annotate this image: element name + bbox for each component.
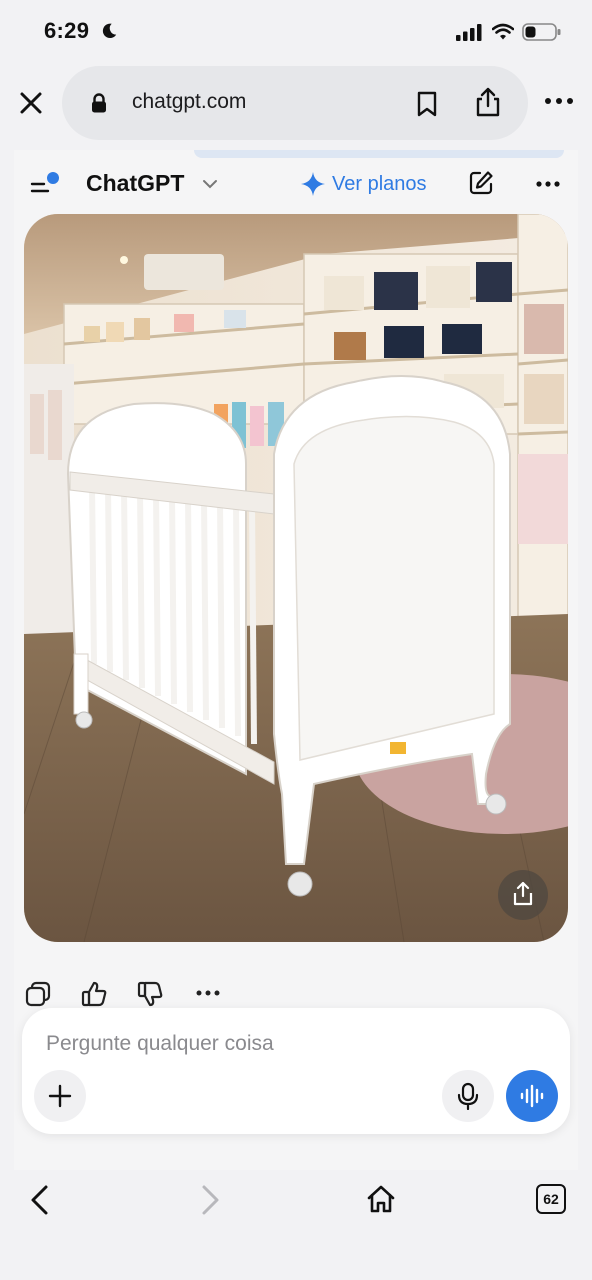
mic-icon (457, 1082, 479, 1110)
voice-waveform-icon (520, 1084, 544, 1108)
plans-button[interactable]: Ver planos (300, 168, 427, 200)
tabs-button[interactable]: 62 (536, 1184, 566, 1214)
web-page: ChatGPT Ver planos Pergunte qualquer coi… (14, 150, 578, 1170)
thumbs-up-icon[interactable] (80, 980, 108, 1008)
browser-toolbar: 62 (0, 1170, 592, 1280)
plus-icon (48, 1084, 72, 1108)
image-share-button[interactable] (498, 870, 548, 920)
chat-header: ChatGPT Ver planos (14, 160, 578, 208)
page-top-strip (194, 150, 564, 158)
forward-icon[interactable] (198, 1184, 222, 1216)
crib-photo (24, 214, 568, 942)
address-bar[interactable]: chatgpt.com (62, 66, 528, 140)
moon-icon (102, 23, 117, 39)
message-actions (24, 978, 324, 1012)
signal-icon (456, 24, 482, 41)
share-icon (513, 881, 533, 906)
composer-placeholder[interactable]: Pergunte qualquer coisa (46, 1032, 274, 1056)
thumbs-down-icon[interactable] (136, 980, 164, 1008)
menu-icon[interactable] (30, 172, 60, 196)
message-composer[interactable]: Pergunte qualquer coisa (22, 1008, 570, 1134)
generated-image[interactable] (24, 214, 568, 942)
status-bar: 6:29 (0, 0, 592, 62)
sparkle-icon (301, 172, 325, 196)
plans-label: Ver planos (332, 172, 427, 195)
more-icon[interactable] (544, 96, 574, 106)
more-icon[interactable] (196, 988, 220, 998)
more-icon[interactable] (536, 180, 560, 188)
share-icon[interactable] (474, 86, 502, 118)
chevron-down-icon[interactable] (202, 178, 218, 190)
back-icon[interactable] (28, 1184, 52, 1216)
lock-icon (92, 93, 106, 113)
home-icon[interactable] (366, 1184, 396, 1214)
voice-mode-button[interactable] (506, 1070, 558, 1122)
app-title[interactable]: ChatGPT (86, 170, 184, 197)
dictate-button[interactable] (442, 1070, 494, 1122)
status-time: 6:29 (44, 18, 90, 43)
browser-url-row: chatgpt.com (0, 62, 592, 144)
new-chat-icon[interactable] (468, 170, 494, 196)
tabs-count: 62 (543, 1191, 559, 1207)
copy-icon[interactable] (24, 980, 52, 1008)
add-attachment-button[interactable] (34, 1070, 86, 1122)
close-icon[interactable] (16, 88, 46, 118)
url-text: chatgpt.com (132, 90, 247, 113)
wifi-icon (492, 23, 514, 40)
battery-icon (522, 23, 561, 41)
bookmark-icon[interactable] (414, 90, 440, 118)
